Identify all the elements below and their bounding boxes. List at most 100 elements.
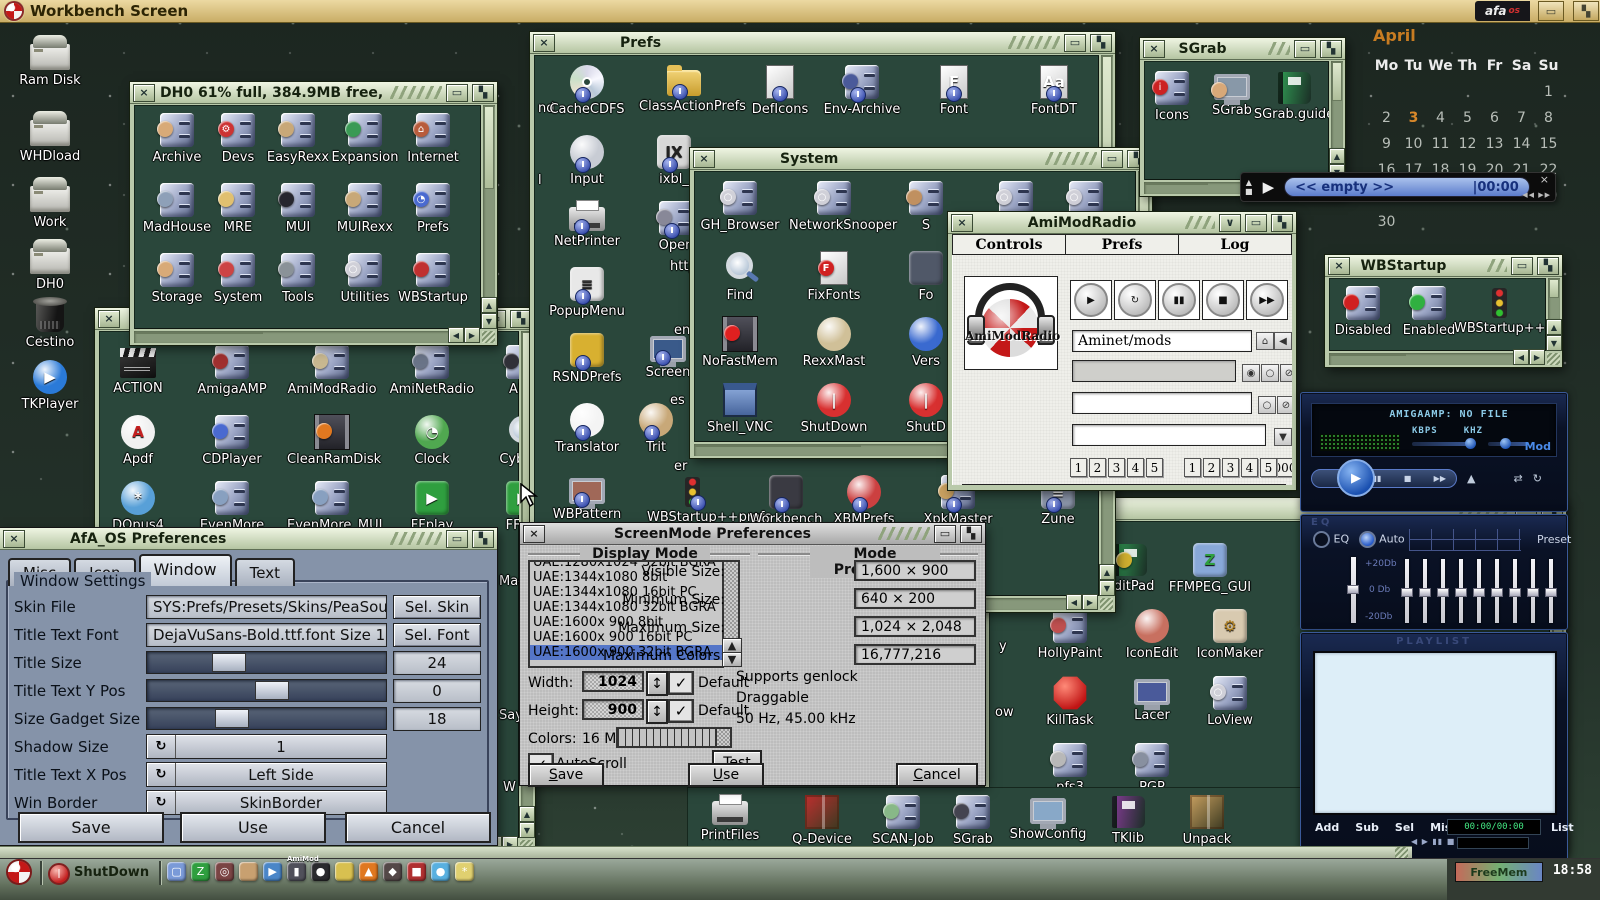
icon-shutdown[interactable]: |ShutDown xyxy=(789,383,879,435)
icon-aminetradio[interactable]: AmiNetRadio xyxy=(387,345,477,397)
icon-dh0[interactable]: DH0 xyxy=(5,240,95,292)
control-button[interactable]: ▶ xyxy=(1070,280,1112,320)
depth-gadget[interactable]: ▚ xyxy=(1090,34,1112,52)
taskbar-app-5[interactable]: ▶ xyxy=(263,862,282,881)
mini-gadget[interactable]: ⊘ xyxy=(1277,396,1292,414)
sel-button[interactable]: Sel xyxy=(1395,821,1414,834)
setting-field[interactable]: SYS:Prefs/Presets/Skins/PeaSoup/ xyxy=(146,595,387,619)
zoom-gadget[interactable]: ▭ xyxy=(1245,214,1267,232)
shutdown-icon[interactable]: | xyxy=(48,863,70,885)
resize-handle[interactable] xyxy=(1100,598,1113,610)
number-button[interactable]: 3 xyxy=(1222,458,1239,477)
eq-toggles[interactable]: EQ Auto xyxy=(1313,531,1405,548)
icon-sgrab-guide[interactable]: SGrab.guide xyxy=(1249,71,1329,122)
scroll-up-arrow[interactable]: ▲ xyxy=(519,806,535,822)
tab-prefs[interactable]: Prefs xyxy=(1066,234,1179,255)
icon-printfiles[interactable]: PrintFiles xyxy=(688,795,775,843)
zoom-gadget[interactable]: ▭ xyxy=(1294,40,1316,58)
icon-dopus4[interactable]: *DOpus4 xyxy=(99,481,183,533)
eq-band[interactable] xyxy=(1495,559,1499,623)
eq-band[interactable] xyxy=(1531,559,1535,623)
icon-deficons[interactable]: DefIcons xyxy=(735,65,825,117)
iconify-gadget[interactable]: ∨ xyxy=(1219,214,1241,232)
close-gadget[interactable]: × xyxy=(133,84,155,102)
zoom-gadget[interactable]: ▭ xyxy=(934,525,956,543)
resize-handle[interactable] xyxy=(482,331,495,343)
taskbar-amiga-icon[interactable] xyxy=(8,861,30,883)
play-button[interactable]: ▶ xyxy=(1337,459,1375,497)
play-button[interactable]: ▶ xyxy=(1257,178,1281,196)
scroll-left-arrow[interactable]: ◀ xyxy=(1513,349,1529,365)
icon-q-device[interactable]: Q-Device xyxy=(777,795,867,847)
icon-prefs[interactable]: ◔Prefs xyxy=(388,183,478,235)
icon-input[interactable]: Input xyxy=(542,135,632,187)
taskbar-app-4[interactable] xyxy=(239,862,258,881)
icon-showconfig[interactable]: ShowConfig xyxy=(1003,795,1093,842)
icon-action[interactable]: ACTION xyxy=(99,345,183,396)
taskbar-app-1[interactable]: ▢ xyxy=(167,862,186,881)
path-input[interactable]: Aminet/mods xyxy=(1072,330,1252,352)
number-button[interactable]: 4 xyxy=(1127,458,1144,477)
icon-unpack[interactable]: Unpack xyxy=(1162,795,1252,847)
number-button[interactable]: 4 xyxy=(1241,458,1258,477)
icon-tklib[interactable]: TKlib xyxy=(1083,795,1173,846)
taskbar-app-12[interactable]: ● xyxy=(431,862,450,881)
icon-evenmore[interactable]: EvenMore xyxy=(187,481,277,533)
icon-whdload[interactable]: WHDload xyxy=(5,112,95,164)
eq-band[interactable] xyxy=(1423,559,1427,623)
icon-cachecdfs[interactable]: CacheCDFS xyxy=(542,65,632,117)
icon-rexxmast[interactable]: RexxMast xyxy=(789,317,879,369)
icon-cdplayer[interactable]: CDPlayer xyxy=(187,415,277,467)
icon-xbmprefs[interactable]: XBMPrefs xyxy=(819,475,909,527)
icon-netprinter[interactable]: NetPrinter xyxy=(542,201,632,249)
depth-gadget[interactable]: ▚ xyxy=(1320,40,1342,58)
icon-apdf[interactable]: AApdf xyxy=(99,415,183,467)
number-button[interactable]: 1 xyxy=(1070,458,1087,477)
icon-amimodradio[interactable]: AmiModRadio xyxy=(287,345,377,397)
playlist-list[interactable] xyxy=(1313,651,1557,815)
shutdown-label[interactable]: ShutDown xyxy=(74,865,149,880)
scroll-up-arrow[interactable]: ▲ xyxy=(1546,319,1562,335)
scroll-down-arrow[interactable]: ▼ xyxy=(481,313,497,329)
icon-cestino[interactable]: Cestino xyxy=(5,298,95,350)
icon-fontdt[interactable]: AaFontDT xyxy=(1009,65,1099,117)
icon-wbstartup[interactable]: WBStartup xyxy=(388,253,478,305)
control-button[interactable]: ▮▮ xyxy=(1158,280,1200,320)
taskbar-app-11[interactable]: ■ xyxy=(407,862,426,881)
icon-evenmore-mui[interactable]: EvenMore_MUI xyxy=(287,481,377,533)
vertical-scrollbar[interactable] xyxy=(1331,61,1343,148)
icon-find[interactable]: Find xyxy=(695,251,785,303)
icon-rsndprefs[interactable]: RSNDPrefs xyxy=(542,333,632,385)
icon-ram-disk[interactable]: Ram Disk xyxy=(5,36,95,88)
icon-fixfonts[interactable]: FFixFonts xyxy=(789,251,879,303)
icon-nofastmem[interactable]: NoFastMem xyxy=(695,317,785,369)
icon-workbench[interactable]: Workbench xyxy=(741,475,831,527)
scroll-up-arrow[interactable]: ▲ xyxy=(1099,564,1115,580)
taskbar-app-7[interactable]: ● xyxy=(311,862,330,881)
height-input[interactable]: 900 xyxy=(582,699,644,720)
mini-gadget[interactable]: ○ xyxy=(1261,364,1279,382)
height-stepper[interactable]: ↕ xyxy=(646,699,668,724)
add-button[interactable]: Add xyxy=(1315,821,1339,834)
scroll-up-arrow[interactable]: ▲ xyxy=(481,297,497,313)
icon-clock[interactable]: ◔Clock xyxy=(387,415,477,467)
setting-slider[interactable] xyxy=(146,679,387,702)
close-gadget[interactable]: × xyxy=(1143,40,1165,58)
control-button[interactable]: ■ xyxy=(1202,280,1244,320)
list-button[interactable]: List xyxy=(1551,821,1574,834)
eject-button[interactable]: ▲ xyxy=(1467,472,1475,485)
setting-field[interactable]: DejaVuSans-Bold.ttf.font Size 15 xyxy=(146,623,387,647)
number-button[interactable]: 5 xyxy=(1146,458,1163,477)
cycle-gadget[interactable]: ↻Left Side xyxy=(146,762,387,787)
depth-gadget[interactable]: ▚ xyxy=(472,530,494,548)
icon-killtask[interactable]: KillTask xyxy=(1025,676,1115,728)
width-default-checkbox[interactable]: ✓ xyxy=(668,671,694,695)
setting-slider[interactable] xyxy=(146,707,387,730)
cycle-gadget[interactable]: ↻1 xyxy=(146,734,387,759)
zoom-gadget[interactable]: ▭ xyxy=(446,530,468,548)
taskbar-app-6[interactable]: ▮ xyxy=(287,862,306,881)
number-button[interactable]: 1 xyxy=(1184,458,1201,477)
icon-gh-browser[interactable]: ○GH_Browser xyxy=(695,181,785,233)
height-default-checkbox[interactable]: ✓ xyxy=(668,699,694,723)
taskbar-app-8[interactable] xyxy=(335,862,354,881)
